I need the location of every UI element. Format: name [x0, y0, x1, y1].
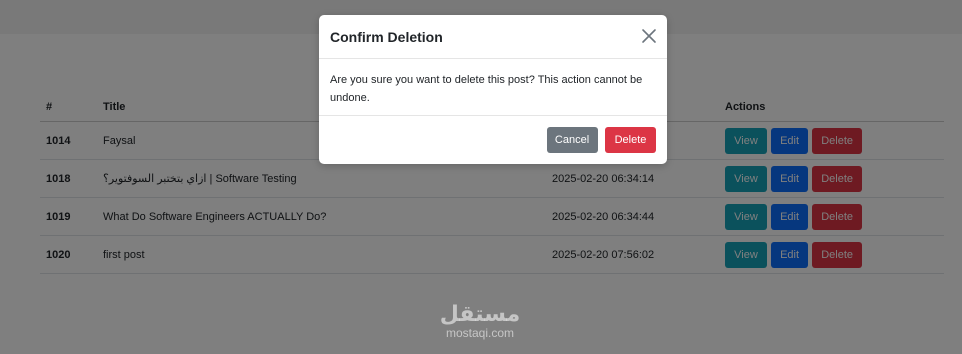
watermark: مستقل mostaqi.com — [430, 301, 530, 341]
modal-footer: Cancel Delete — [546, 127, 656, 153]
close-button[interactable] — [640, 27, 658, 45]
modal-header: Confirm Deletion — [319, 15, 667, 59]
modal-body: Are you sure you want to delete this pos… — [319, 59, 667, 116]
modal-title: Confirm Deletion — [330, 29, 443, 45]
close-icon — [642, 29, 656, 43]
confirm-deletion-modal: Confirm Deletion Are you sure you want t… — [319, 15, 667, 164]
watermark-domain: mostaqi.com — [445, 326, 515, 340]
watermark-logo: مستقل — [439, 301, 521, 326]
modal-message: Are you sure you want to delete this pos… — [330, 74, 643, 104]
confirm-delete-button[interactable]: Delete — [605, 127, 656, 153]
cancel-button[interactable]: Cancel — [546, 127, 598, 153]
